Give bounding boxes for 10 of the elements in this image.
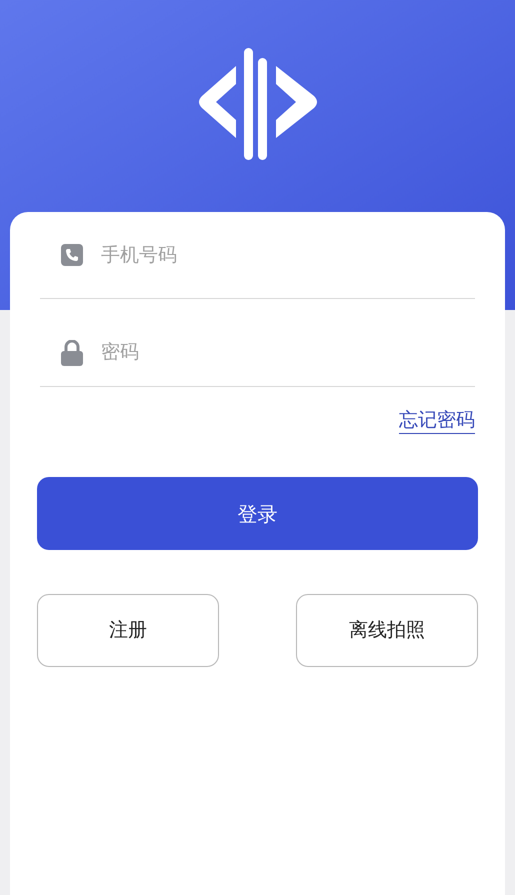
phone-icon xyxy=(61,244,83,266)
password-field[interactable]: 密码 xyxy=(40,299,475,387)
login-button[interactable]: 登录 xyxy=(37,477,478,550)
phone-input[interactable]: 手机号码 xyxy=(101,240,475,270)
phone-field[interactable]: 手机号码 xyxy=(40,212,475,299)
outline-button[interactable]: 注册 xyxy=(37,594,219,667)
outline-button[interactable]: 离线拍照 xyxy=(296,594,478,667)
password-input[interactable]: 密码 xyxy=(101,338,475,367)
forgot-password-link[interactable]: 忘记密码 xyxy=(399,407,475,434)
lock-icon xyxy=(61,340,83,366)
